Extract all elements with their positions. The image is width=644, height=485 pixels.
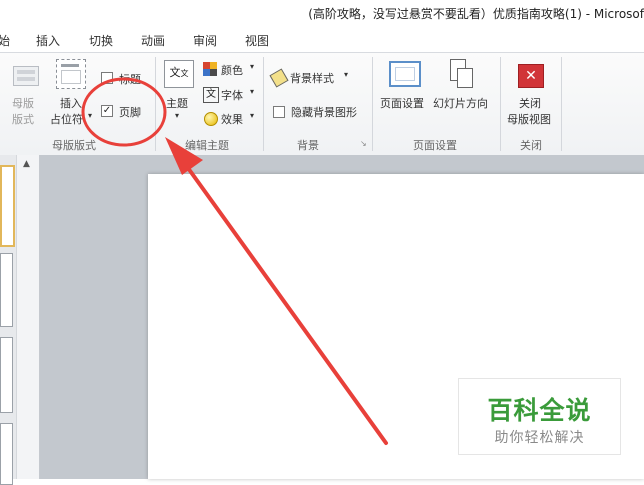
annotation-overlay xyxy=(81,77,388,445)
annotation-circle xyxy=(81,77,167,147)
annotation-arrowhead xyxy=(165,137,203,175)
annotation-arrow-shaft xyxy=(186,166,388,445)
